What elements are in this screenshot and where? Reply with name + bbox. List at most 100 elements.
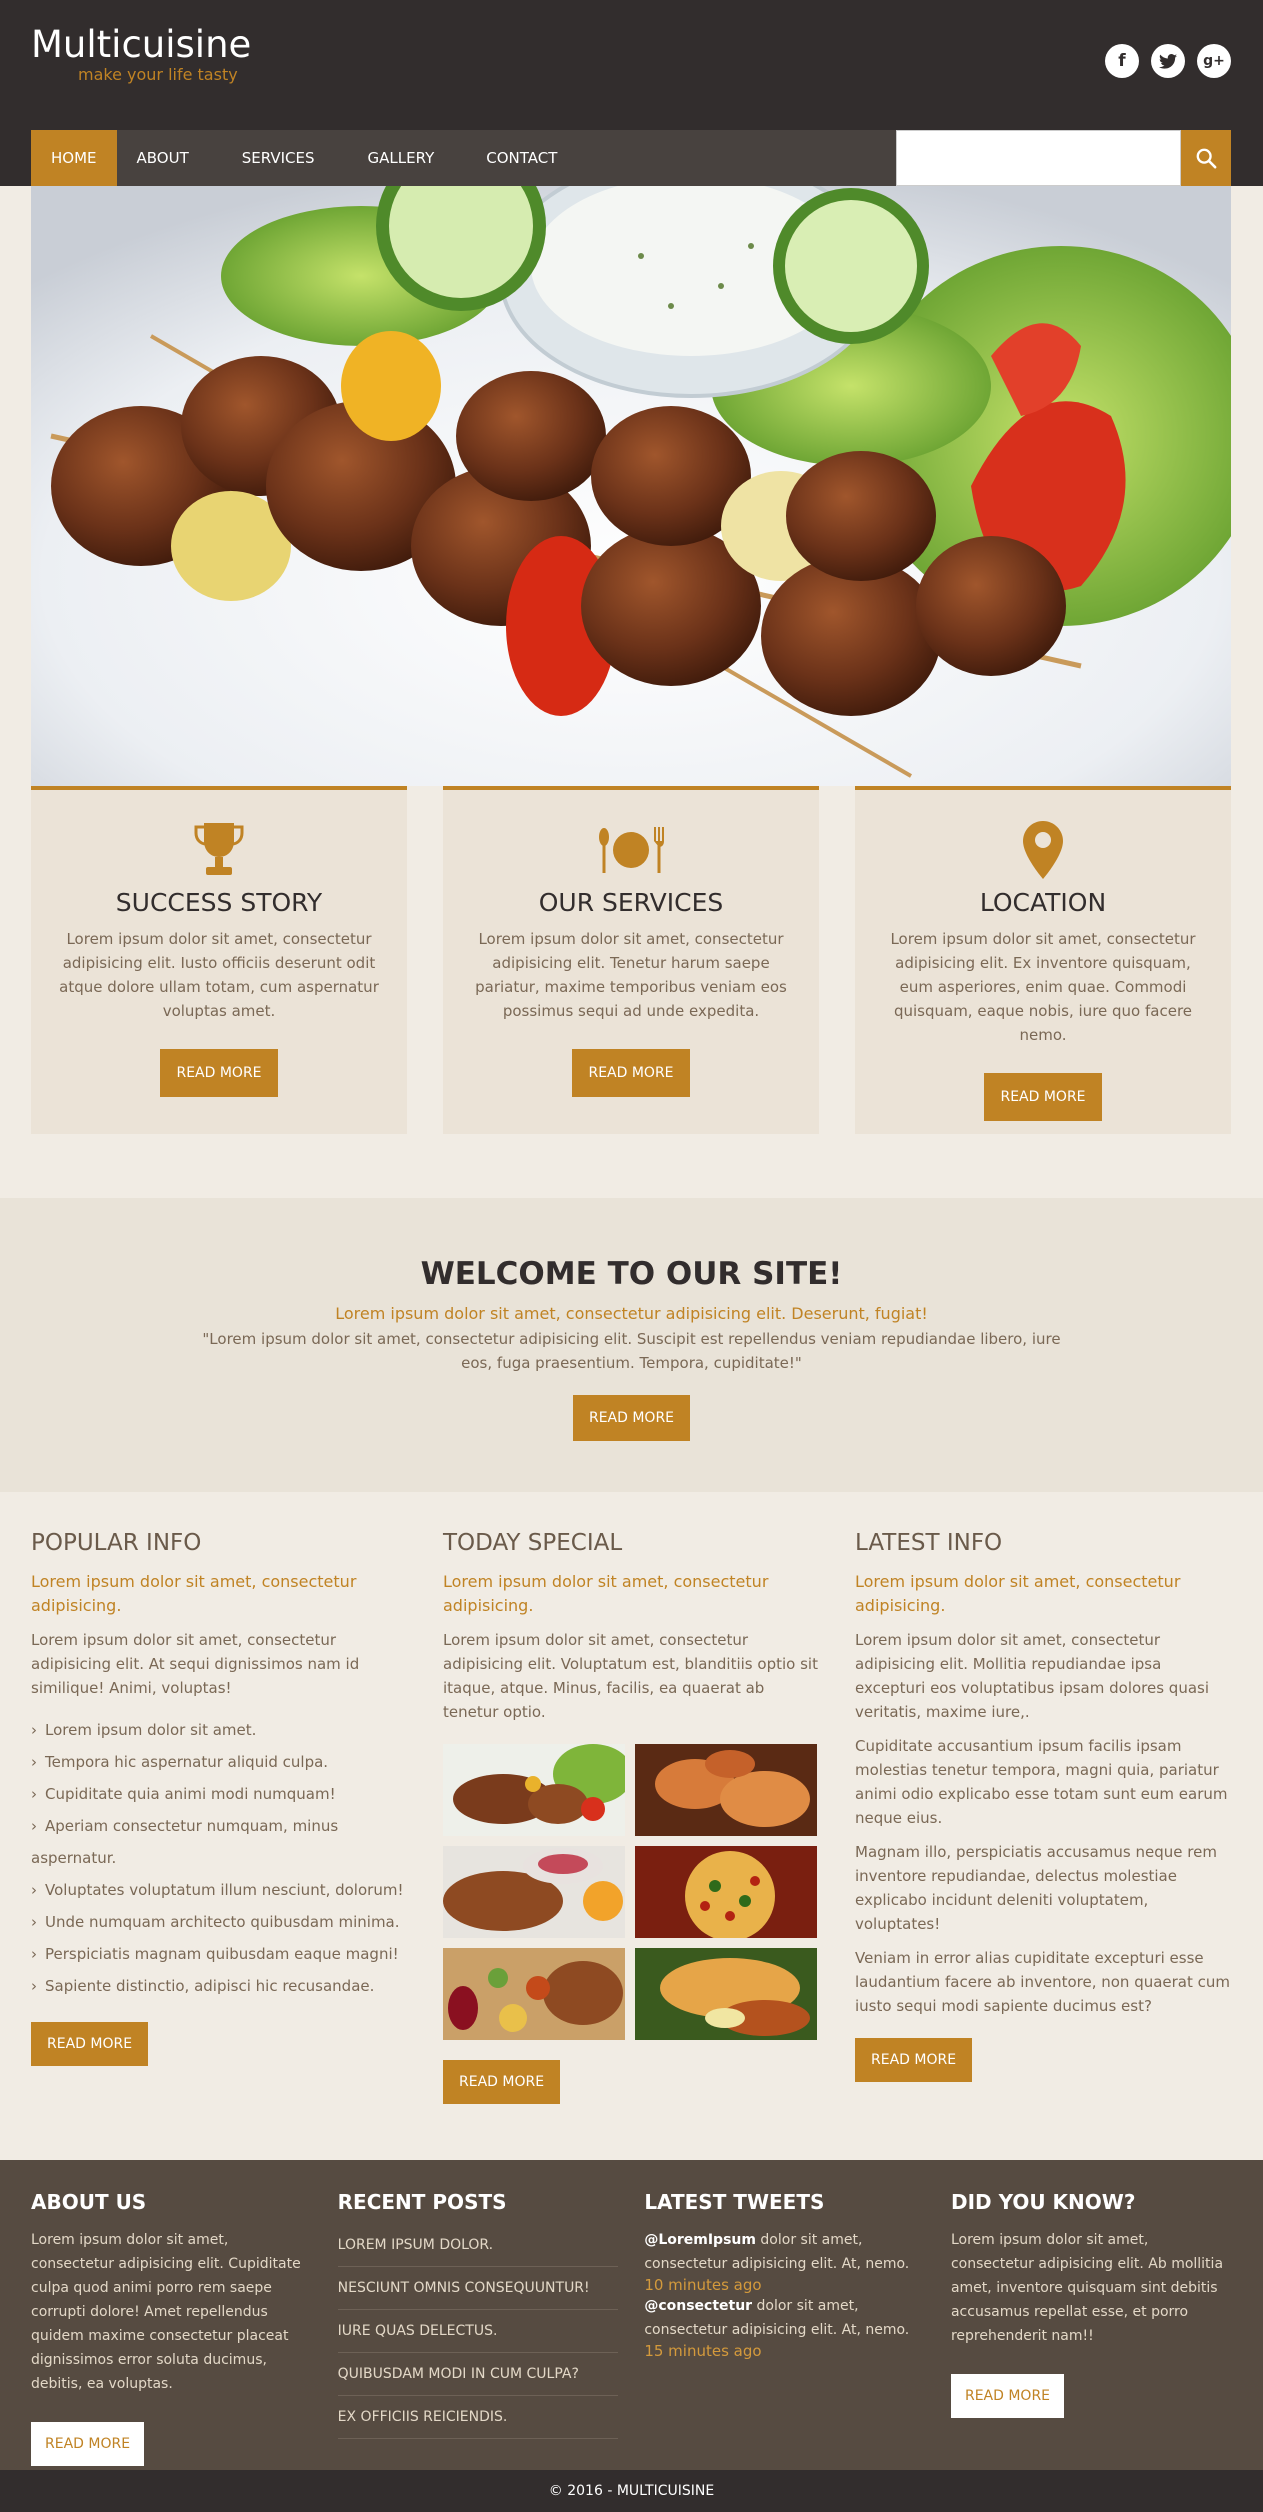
google-plus-icon[interactable]: g+ [1197,44,1231,78]
feature-boxes: SUCCESS STORY Lorem ipsum dolor sit amet… [31,786,1231,1134]
feature-box-title: LOCATION [979,888,1107,917]
read-more-button[interactable]: READ MORE [572,1395,691,1441]
location-pin-icon [855,820,1231,880]
footer-title: LATEST TWEETS [644,2190,825,2214]
tweet-user[interactable]: @LoremIpsum [644,2232,756,2248]
list-item[interactable]: Cupiditate quia animi modi numquam! [31,1778,407,1810]
section-text: Lorem ipsum dolor sit amet, consectetur … [31,1631,360,1697]
feature-box-text: Lorem ipsum dolor sit amet, consectetur … [59,930,379,1020]
plate-cutlery-icon [443,820,819,880]
nav-gallery[interactable]: GALLERY [335,130,455,186]
list-item[interactable]: Perspiciatis magnam quibusdam eaque magn… [31,1938,407,1970]
gallery-thumb[interactable] [443,1948,625,2040]
tweet-time: 15 minutes ago [644,2342,762,2360]
search-input[interactable] [896,130,1181,186]
list-item[interactable]: Sapiente distinctio, adipisci hic recusa… [31,1970,407,2002]
gallery-thumb[interactable] [635,1948,817,2040]
list-item[interactable]: Unde numquam architecto quibusdam minima… [31,1906,407,1938]
post-link[interactable]: NESCIUNT OMNIS CONSEQUUNTUR! [337,2267,618,2310]
read-more-button[interactable]: READ MORE [31,2422,145,2466]
footer-text: Lorem ipsum dolor sit amet, consectetur … [31,2232,301,2392]
post-link[interactable]: EX OFFICIIS REICIENDIS. [337,2396,618,2439]
nav-about[interactable]: ABOUT [117,130,209,186]
list-item[interactable]: Tempora hic aspernatur aliquid culpa. [31,1746,407,1778]
search-form [896,130,1231,186]
feature-box: OUR SERVICES Lorem ipsum dolor sit amet,… [443,786,819,1134]
section-lead: Lorem ipsum dolor sit amet, consectetur … [855,1572,1181,1615]
tweet: @consectetur dolor sit amet, consectetur… [644,2294,924,2342]
read-more-button[interactable]: READ MORE [572,1049,690,1097]
section-lead: Lorem ipsum dolor sit amet, consectetur … [31,1572,357,1615]
section-title: TODAY SPECIAL [443,1530,623,1556]
feature-box-title: OUR SERVICES [538,888,724,917]
section-title: POPULAR INFO [31,1530,202,1556]
footer-title: ABOUT US [31,2190,147,2214]
footer-title: RECENT POSTS [337,2190,507,2214]
section-text: Magnam illo, perspiciatis accusamus nequ… [855,1843,1217,1933]
tweet-time: 10 minutes ago [644,2276,762,2294]
nav-home[interactable]: HOME [31,130,117,186]
read-more-button[interactable]: READ MORE [984,1073,1102,1121]
site-header: Multicuisine make your life tasty f g+ H… [0,0,1263,186]
welcome-section: WELCOME TO OUR SITE! Lorem ipsum dolor s… [0,1198,1263,1492]
facebook-icon[interactable]: f [1105,44,1139,78]
section-text: Cupiditate accusantium ipsum facilis ips… [855,1737,1228,1827]
special-gallery [443,1744,819,2040]
post-link[interactable]: LOREM IPSUM DOLOR. [337,2224,618,2267]
section-title: LATEST INFO [855,1530,1003,1556]
info-columns: POPULAR INFO Lorem ipsum dolor sit amet,… [31,1530,1231,2104]
nav-contact[interactable]: CONTACT [454,130,577,186]
site-footer: ABOUT US Lorem ipsum dolor sit amet, con… [0,2160,1263,2470]
read-more-button[interactable]: READ MORE [855,2038,973,2082]
feature-box-title: SUCCESS STORY [115,888,323,917]
search-button[interactable] [1181,130,1231,186]
welcome-title: WELCOME TO OUR SITE! [420,1256,843,1292]
welcome-quote: "Lorem ipsum dolor sit amet, consectetur… [202,1330,1061,1372]
section-text: Lorem ipsum dolor sit amet, consectetur … [855,1631,1210,1721]
latest-info: LATEST INFO Lorem ipsum dolor sit amet, … [855,1530,1231,2104]
feature-box-text: Lorem ipsum dolor sit amet, consectetur … [475,930,787,1020]
tweet: @LoremIpsum dolor sit amet, consectetur … [644,2228,924,2276]
trophy-icon [31,820,407,880]
gallery-thumb[interactable] [635,1846,817,1938]
section-lead: Lorem ipsum dolor sit amet, consectetur … [443,1572,769,1615]
feature-box-text: Lorem ipsum dolor sit amet, consectetur … [890,930,1196,1044]
gallery-thumb[interactable] [635,1744,817,1836]
nav-services[interactable]: SERVICES [209,130,335,186]
section-text: Veniam in error alias cupiditate exceptu… [855,1949,1231,2015]
search-icon [1196,148,1217,169]
section-text: Lorem ipsum dolor sit amet, consectetur … [443,1631,818,1721]
welcome-subtitle: Lorem ipsum dolor sit amet, consectetur … [335,1304,928,1323]
gallery-thumb[interactable] [443,1744,625,1836]
social-links: f g+ [1105,44,1231,78]
hero-image [31,186,1231,786]
read-more-button[interactable]: READ MORE [443,2060,561,2104]
footer-text: Lorem ipsum dolor sit amet, consectetur … [950,2232,1224,2344]
read-more-button[interactable]: READ MORE [950,2374,1065,2418]
tweet-user[interactable]: @consectetur [644,2298,752,2314]
gallery-thumb[interactable] [443,1846,625,1938]
post-link[interactable]: IURE QUAS DELECTUS. [337,2310,618,2353]
footer-tweets: LATEST TWEETS @LoremIpsum dolor sit amet… [644,2190,924,2466]
logo-title[interactable]: Multicuisine [31,26,251,63]
copyright: © 2016 - MULTICUISINE [0,2470,1263,2512]
popular-info: POPULAR INFO Lorem ipsum dolor sit amet,… [31,1530,407,2104]
popular-list: Lorem ipsum dolor sit amet. Tempora hic … [31,1714,407,2002]
logo[interactable]: Multicuisine make your life tasty [31,26,251,84]
feature-box: LOCATION Lorem ipsum dolor sit amet, con… [855,786,1231,1134]
list-item[interactable]: Lorem ipsum dolor sit amet. [31,1714,407,1746]
logo-subtitle: make your life tasty [78,65,238,84]
feature-box: SUCCESS STORY Lorem ipsum dolor sit amet… [31,786,407,1134]
footer-did-you-know: DID YOU KNOW? Lorem ipsum dolor sit amet… [950,2190,1231,2466]
list-item[interactable]: Voluptates voluptatum illum nesciunt, do… [31,1874,407,1906]
footer-title: DID YOU KNOW? [950,2190,1136,2214]
footer-recent-posts: RECENT POSTS LOREM IPSUM DOLOR. NESCIUNT… [337,2190,618,2466]
twitter-icon[interactable] [1151,44,1185,78]
read-more-button[interactable]: READ MORE [31,2022,149,2066]
post-link[interactable]: QUIBUSDAM MODI IN CUM CULPA? [337,2353,618,2396]
today-special: TODAY SPECIAL Lorem ipsum dolor sit amet… [443,1530,819,2104]
footer-about: ABOUT US Lorem ipsum dolor sit amet, con… [31,2190,311,2466]
list-item[interactable]: Aperiam consectetur numquam, minus asper… [31,1810,407,1874]
main-nav: HOME ABOUT SERVICES GALLERY CONTACT [31,130,1231,186]
read-more-button[interactable]: READ MORE [160,1049,278,1097]
